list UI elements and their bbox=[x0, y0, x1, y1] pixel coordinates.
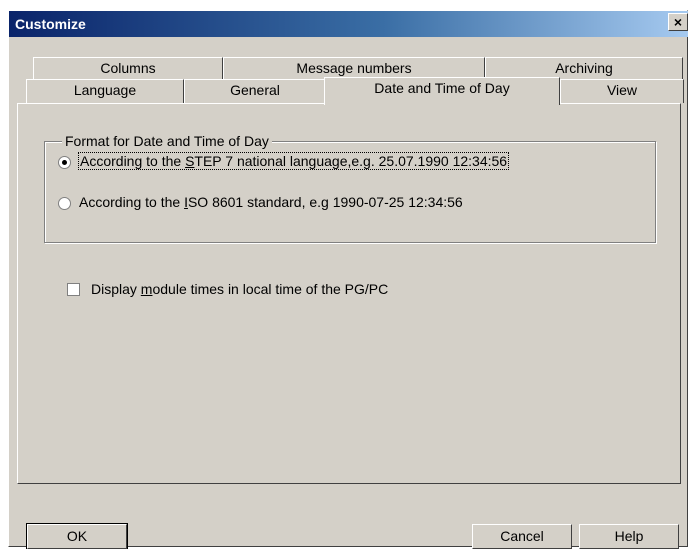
cancel-button[interactable]: Cancel bbox=[472, 524, 572, 549]
tab-label: Date and Time of Day bbox=[374, 80, 510, 96]
tab-label: Archiving bbox=[555, 60, 613, 76]
module-times-checkbox[interactable] bbox=[67, 283, 80, 296]
tab-language[interactable]: Language bbox=[26, 79, 184, 103]
label-text: odule times in local time of the PG/PC bbox=[152, 281, 389, 297]
tab-archiving[interactable]: Archiving bbox=[485, 57, 683, 79]
tab-label: Message numbers bbox=[296, 60, 412, 76]
label-mnemonic: S bbox=[185, 153, 195, 169]
close-icon[interactable]: × bbox=[668, 13, 688, 31]
label-text: TEP 7 national language,e.g. 25.07.1990 … bbox=[194, 153, 508, 169]
tab-label: Language bbox=[73, 82, 137, 98]
customize-dialog: Customize Columns Message numbers Archiv… bbox=[8, 10, 688, 549]
tab-general[interactable]: General bbox=[184, 79, 326, 103]
tab-columns[interactable]: Columns bbox=[33, 57, 223, 79]
label-text: SO 8601 standard, e.g 1990-07-25 12:34:5… bbox=[187, 194, 463, 210]
help-button[interactable]: Help bbox=[579, 524, 679, 549]
radio-iso8601-label[interactable]: According to the ISO 8601 standard, e.g … bbox=[79, 194, 463, 210]
tab-message-numbers[interactable]: Message numbers bbox=[223, 57, 485, 79]
tab-label: View bbox=[606, 82, 638, 98]
module-times-label[interactable]: Display module times in local time of th… bbox=[91, 281, 388, 297]
tab-view[interactable]: View bbox=[560, 79, 684, 103]
radio-selected-dot bbox=[62, 160, 67, 165]
label-text: According to the bbox=[79, 194, 185, 210]
label-mnemonic: m bbox=[140, 281, 153, 297]
label-text: According to the bbox=[80, 153, 186, 169]
title-bar[interactable]: Customize bbox=[9, 11, 688, 37]
label-text: Display bbox=[91, 281, 141, 297]
tab-label: Columns bbox=[100, 60, 156, 76]
window-title: Customize bbox=[15, 16, 86, 32]
radio-step7-format[interactable] bbox=[58, 156, 71, 169]
tab-date-and-time-of-day[interactable]: Date and Time of Day bbox=[324, 77, 560, 105]
radio-iso8601-format[interactable] bbox=[58, 197, 71, 210]
ok-button[interactable]: OK bbox=[26, 523, 128, 549]
radio-step7-label[interactable]: According to the STEP 7 national languag… bbox=[78, 152, 510, 170]
tab-label: General bbox=[230, 82, 280, 98]
format-group-legend: Format for Date and Time of Day bbox=[62, 133, 272, 149]
